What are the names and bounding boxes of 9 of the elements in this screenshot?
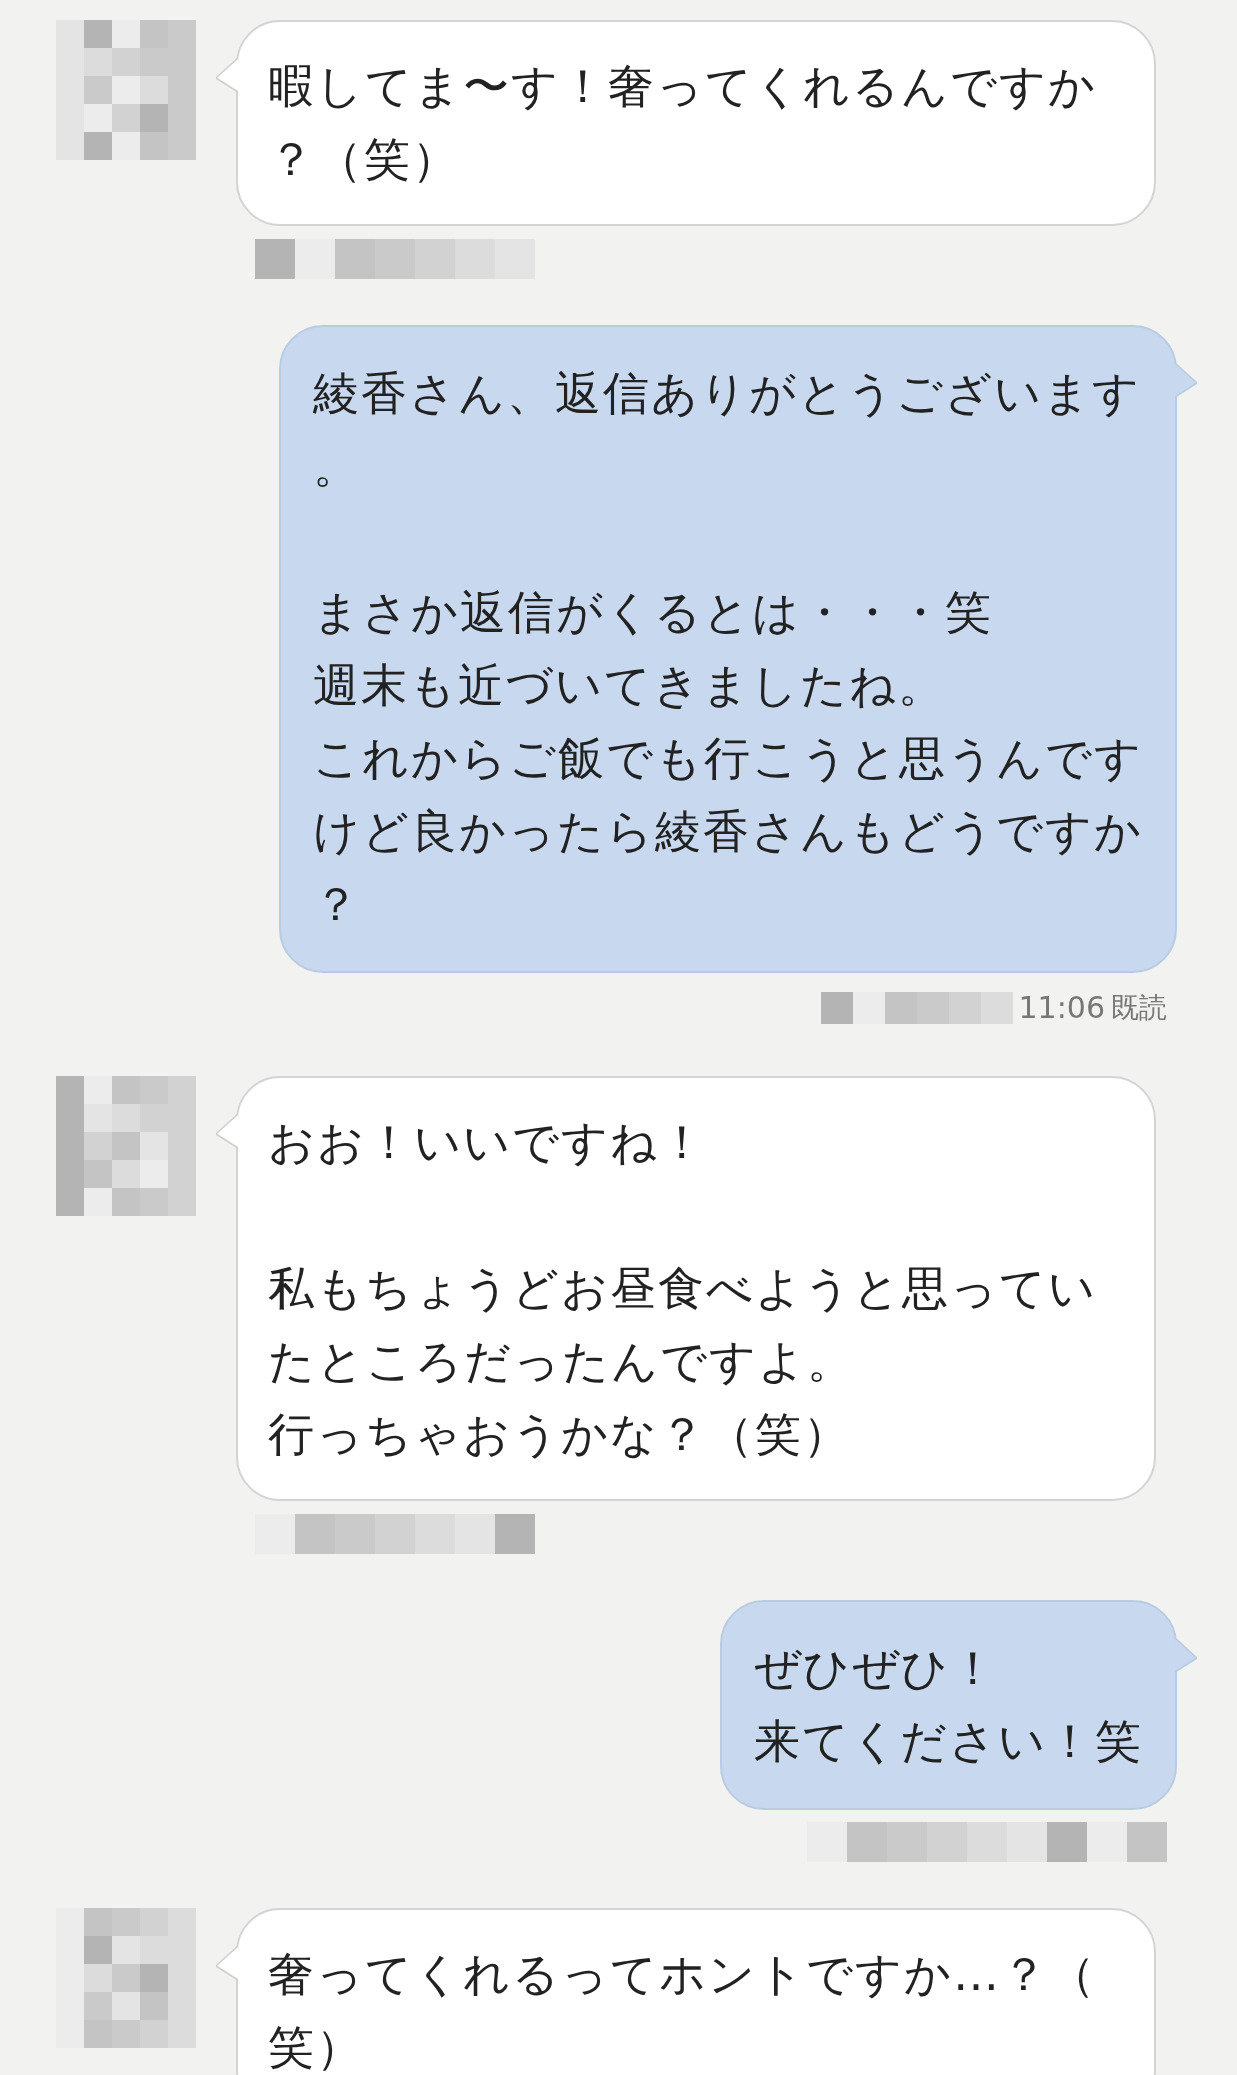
message-text: ぜひぜひ！ 来てください！笑: [754, 1640, 1143, 1770]
message-text: 綾香さん、返信ありがとうございます 。: [313, 365, 1142, 495]
message-text: おお！いいですね！: [268, 1114, 708, 1171]
message-time: 11:06: [1018, 989, 1105, 1027]
message-text: まさか返信がくるとは・・・笑 週末も近づいてきましたね。 これからご飯でも行こうと思うんです けど良かったら綾香さんもどうですか ？: [313, 584, 1143, 933]
message-text: 暇してま〜す！奢ってくれるんですか ？（笑）: [268, 58, 1098, 188]
read-status: 既読: [1111, 989, 1167, 1026]
message-text: 私もちょうどお昼食べようと思ってい たところだったんですよ。 行っちゃおうかな？（笑）: [268, 1260, 1098, 1463]
message-text: 奢ってくれるってホントですか…？（ 笑）: [268, 1946, 1098, 2075]
